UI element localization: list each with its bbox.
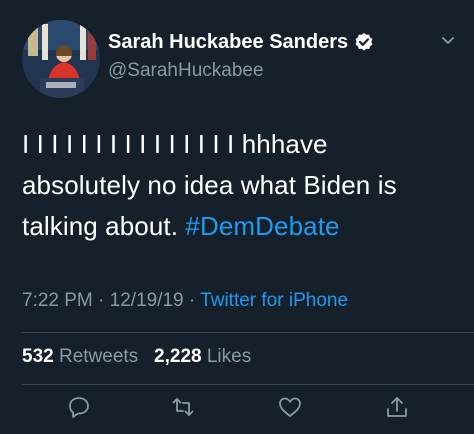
tweet-line-1: I I I I I I I I I I I I I I I hhhave (22, 129, 328, 159)
display-name-row[interactable]: Sarah Huckabee Sanders (108, 30, 374, 54)
tweet-date[interactable]: 12/19/19 (110, 290, 184, 311)
retweets-label: Retweets (58, 346, 139, 367)
tweet-source-link[interactable]: Twitter for iPhone (200, 290, 348, 311)
divider (22, 332, 474, 333)
likes-stat[interactable]: 2,228 Likes (154, 346, 251, 367)
tweet-time[interactable]: 7:22 PM (22, 290, 93, 311)
verified-icon (354, 32, 374, 52)
avatar[interactable] (22, 20, 100, 98)
retweets-count: 532 (22, 346, 54, 367)
hashtag-link[interactable]: #DemDebate (185, 211, 339, 241)
share-icon[interactable] (384, 394, 410, 420)
retweets-stat[interactable]: 532 Retweets (22, 346, 138, 367)
reply-icon[interactable] (66, 394, 92, 420)
tweet-text: I I I I I I I I I I I I I I I hhhave abs… (22, 124, 462, 247)
chevron-down-icon[interactable] (440, 32, 456, 48)
tweet-line-2: absolutely no idea what Biden is (22, 170, 397, 200)
meta-separator: · (98, 290, 105, 311)
user-names: Sarah Huckabee Sanders @SarahHuckabee (108, 30, 374, 82)
user-handle[interactable]: @SarahHuckabee (108, 60, 374, 82)
retweet-icon[interactable] (170, 394, 196, 420)
likes-count: 2,228 (154, 346, 202, 367)
tweet-header: Sarah Huckabee Sanders @SarahHuckabee (22, 20, 462, 98)
likes-label: Likes (206, 346, 252, 367)
like-icon[interactable] (277, 394, 303, 420)
tweet-line-3: talking about. #DemDebate (22, 206, 462, 247)
display-name[interactable]: Sarah Huckabee Sanders (108, 30, 348, 54)
tweet-meta: 7:22 PM · 12/19/19 · Twitter for iPhone (22, 290, 348, 312)
tweet-line-3-text: talking about. (22, 211, 179, 241)
divider (22, 384, 474, 385)
engagement-stats: 532 Retweets 2,228 Likes (22, 346, 251, 368)
tweet-actions (0, 394, 474, 424)
meta-separator: · (188, 290, 196, 311)
